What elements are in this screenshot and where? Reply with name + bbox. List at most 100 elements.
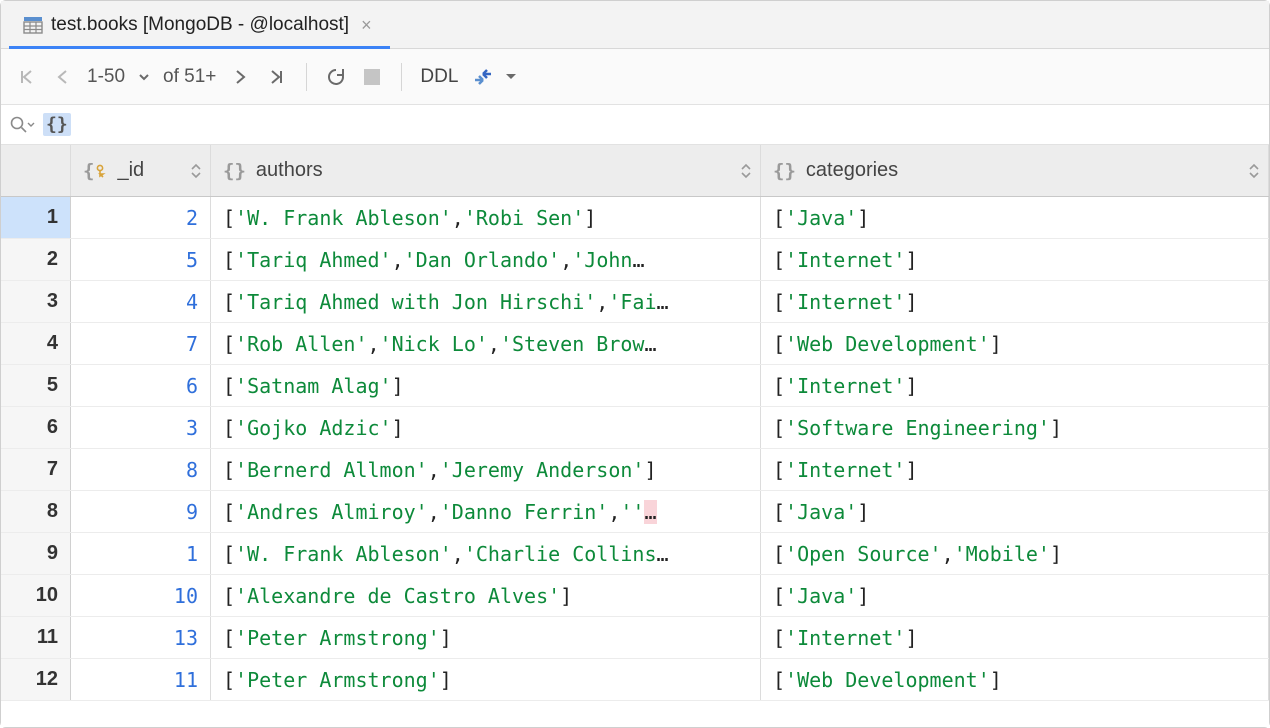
first-page-button[interactable] <box>9 59 43 95</box>
cell-categories[interactable]: ['Java'] <box>761 575 1269 616</box>
filter-bar: {} <box>1 105 1269 145</box>
row-number[interactable]: 3 <box>1 281 71 322</box>
grid-header-row: { _id {} authors {} categories <box>1 145 1269 197</box>
object-icon: {} <box>773 160 796 182</box>
row-number[interactable]: 10 <box>1 575 71 616</box>
cell-authors[interactable]: ['Satnam Alag'] <box>211 365 761 406</box>
table-row[interactable]: 34['Tariq Ahmed with Jon Hirschi', 'Fai…… <box>1 281 1269 323</box>
row-number[interactable]: 1 <box>1 197 71 238</box>
table-row[interactable]: 47['Rob Allen', 'Nick Lo', 'Steven Brow…… <box>1 323 1269 365</box>
table-row[interactable]: 12['W. Frank Ableson', 'Robi Sen']['Java… <box>1 197 1269 239</box>
cell-id[interactable]: 1 <box>71 533 211 574</box>
cell-categories[interactable]: ['Open Source', 'Mobile'] <box>761 533 1269 574</box>
table-icon <box>23 15 43 35</box>
transpose-button[interactable] <box>466 59 500 95</box>
table-row[interactable]: 78['Bernerd Allmon', 'Jeremy Anderson'][… <box>1 449 1269 491</box>
filter-json-button[interactable]: {} <box>43 113 71 136</box>
table-row[interactable]: 63['Gojko Adzic']['Software Engineering'… <box>1 407 1269 449</box>
row-number[interactable]: 11 <box>1 617 71 658</box>
cell-authors[interactable]: ['Peter Armstrong'] <box>211 659 761 700</box>
cell-authors[interactable]: ['Alexandre de Castro Alves'] <box>211 575 761 616</box>
cell-authors[interactable]: ['Bernerd Allmon', 'Jeremy Anderson'] <box>211 449 761 490</box>
toolbar: 1-50 of 51+ DDL <box>1 49 1269 105</box>
page-total-label: of 51+ <box>157 66 222 88</box>
cell-categories[interactable]: ['Internet'] <box>761 281 1269 322</box>
table-row[interactable]: 1211['Peter Armstrong']['Web Development… <box>1 659 1269 701</box>
cell-id[interactable]: 6 <box>71 365 211 406</box>
header-authors[interactable]: {} authors <box>211 145 761 196</box>
object-key-icon: { <box>83 160 107 182</box>
cell-id[interactable]: 2 <box>71 197 211 238</box>
cell-id[interactable]: 11 <box>71 659 211 700</box>
row-number[interactable]: 9 <box>1 533 71 574</box>
table-row[interactable]: 1113['Peter Armstrong']['Internet'] <box>1 617 1269 659</box>
cell-authors[interactable]: ['Tariq Ahmed', 'Dan Orlando', 'John … <box>211 239 761 280</box>
table-row[interactable]: 91['W. Frank Ableson', 'Charlie Collins…… <box>1 533 1269 575</box>
sort-icon[interactable] <box>740 162 752 180</box>
table-row[interactable]: 56['Satnam Alag']['Internet'] <box>1 365 1269 407</box>
data-grid: { _id {} authors {} categories <box>1 145 1269 727</box>
range-dropdown-icon[interactable] <box>133 59 155 95</box>
cell-categories[interactable]: ['Java'] <box>761 197 1269 238</box>
cell-authors[interactable]: ['W. Frank Ableson', 'Robi Sen'] <box>211 197 761 238</box>
editor-tab[interactable]: test.books [MongoDB - @localhost] × <box>9 4 390 49</box>
cell-id[interactable]: 5 <box>71 239 211 280</box>
page-range-label[interactable]: 1-50 <box>81 66 131 88</box>
header-rownum[interactable] <box>1 145 71 196</box>
cell-id[interactable]: 4 <box>71 281 211 322</box>
toolbar-separator <box>306 63 307 91</box>
stop-icon <box>364 69 380 85</box>
cell-categories[interactable]: ['Internet'] <box>761 365 1269 406</box>
cell-authors[interactable]: ['Peter Armstrong'] <box>211 617 761 658</box>
cell-id[interactable]: 9 <box>71 491 211 532</box>
cell-id[interactable]: 13 <box>71 617 211 658</box>
header-authors-label: authors <box>256 159 323 182</box>
row-number[interactable]: 6 <box>1 407 71 448</box>
reload-button[interactable] <box>319 59 353 95</box>
cell-categories[interactable]: ['Internet'] <box>761 239 1269 280</box>
sort-icon[interactable] <box>190 162 202 180</box>
tab-title: test.books [MongoDB - @localhost] <box>51 14 349 36</box>
window: test.books [MongoDB - @localhost] × 1-50… <box>0 0 1270 728</box>
row-number[interactable]: 7 <box>1 449 71 490</box>
next-page-button[interactable] <box>224 59 258 95</box>
cell-id[interactable]: 8 <box>71 449 211 490</box>
cell-categories[interactable]: ['Internet'] <box>761 449 1269 490</box>
row-number[interactable]: 2 <box>1 239 71 280</box>
cell-categories[interactable]: ['Web Development'] <box>761 659 1269 700</box>
table-row[interactable]: 1010['Alexandre de Castro Alves']['Java'… <box>1 575 1269 617</box>
row-number[interactable]: 4 <box>1 323 71 364</box>
search-icon[interactable] <box>9 115 35 135</box>
toolbar-separator <box>401 63 402 91</box>
header-categories-label: categories <box>806 159 898 182</box>
header-id-label: _id <box>117 159 144 182</box>
cell-categories[interactable]: ['Java'] <box>761 491 1269 532</box>
cell-id[interactable]: 10 <box>71 575 211 616</box>
cell-id[interactable]: 7 <box>71 323 211 364</box>
cell-authors[interactable]: ['Rob Allen', 'Nick Lo', 'Steven Brow… <box>211 323 761 364</box>
tab-bar: test.books [MongoDB - @localhost] × <box>1 1 1269 49</box>
cell-id[interactable]: 3 <box>71 407 211 448</box>
stop-button[interactable] <box>355 59 389 95</box>
header-id[interactable]: { _id <box>71 145 211 196</box>
transpose-dropdown-icon[interactable] <box>502 59 520 95</box>
table-row[interactable]: 25['Tariq Ahmed', 'Dan Orlando', 'John …… <box>1 239 1269 281</box>
cell-authors[interactable]: ['Tariq Ahmed with Jon Hirschi', 'Fai… <box>211 281 761 322</box>
cell-authors[interactable]: ['Gojko Adzic'] <box>211 407 761 448</box>
row-number[interactable]: 12 <box>1 659 71 700</box>
header-categories[interactable]: {} categories <box>761 145 1269 196</box>
cell-authors[interactable]: ['W. Frank Ableson', 'Charlie Collins… <box>211 533 761 574</box>
row-number[interactable]: 5 <box>1 365 71 406</box>
cell-categories[interactable]: ['Web Development'] <box>761 323 1269 364</box>
close-tab-icon[interactable]: × <box>357 16 376 34</box>
table-row[interactable]: 89['Andres Almiroy', 'Danno Ferrin', ''…… <box>1 491 1269 533</box>
sort-icon[interactable] <box>1248 162 1260 180</box>
object-icon: {} <box>223 160 246 182</box>
prev-page-button[interactable] <box>45 59 79 95</box>
cell-categories[interactable]: ['Internet'] <box>761 617 1269 658</box>
last-page-button[interactable] <box>260 59 294 95</box>
cell-authors[interactable]: ['Andres Almiroy', 'Danno Ferrin', ''… <box>211 491 761 532</box>
row-number[interactable]: 8 <box>1 491 71 532</box>
cell-categories[interactable]: ['Software Engineering'] <box>761 407 1269 448</box>
ddl-button[interactable]: DDL <box>414 66 464 88</box>
